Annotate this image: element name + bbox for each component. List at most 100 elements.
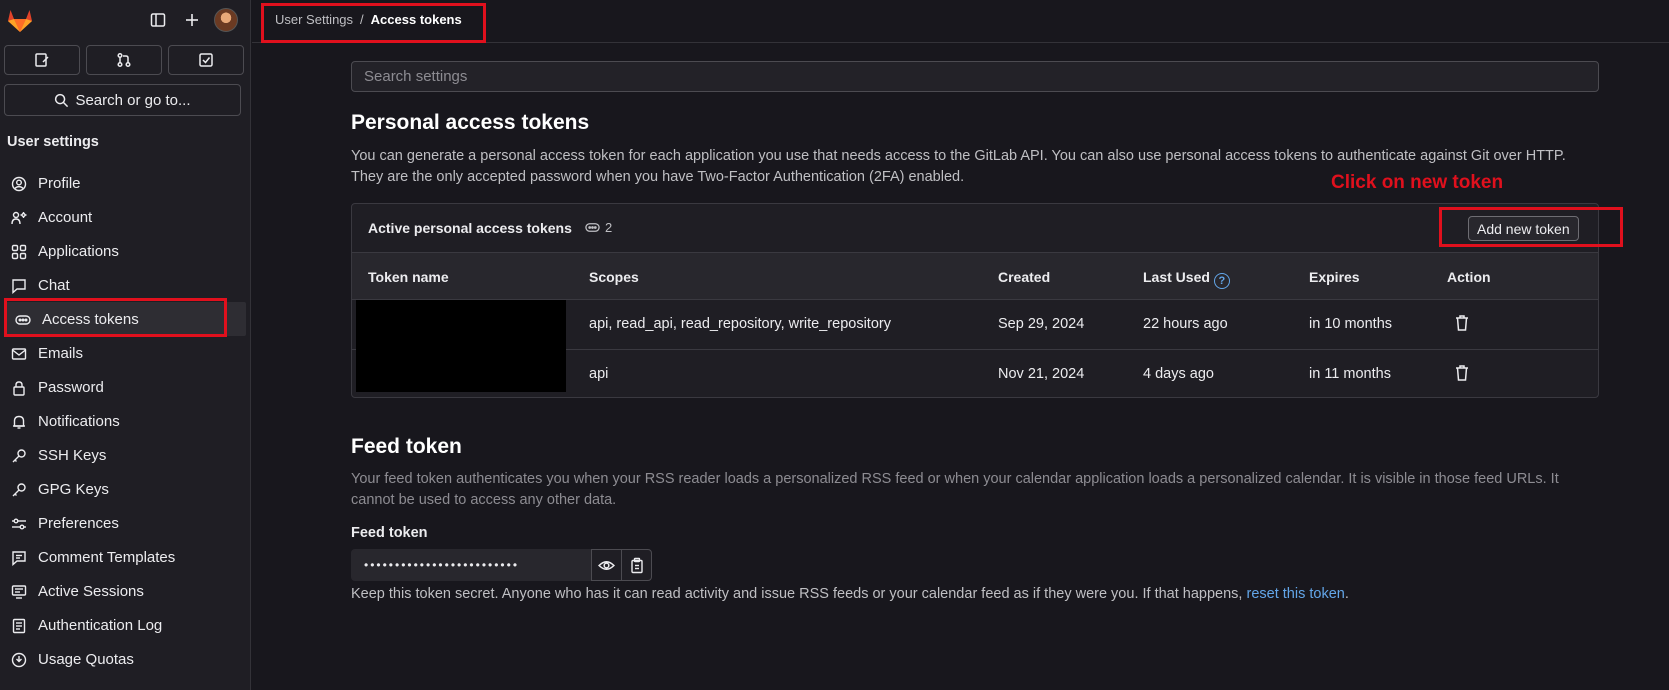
reset-token-link[interactable]: reset this token [1247, 586, 1345, 602]
feed-note-suffix: . [1344, 586, 1349, 602]
applications-icon [10, 243, 27, 260]
merge-requests-button[interactable] [86, 45, 162, 75]
todo-icon [199, 53, 213, 67]
feed-token-title: Feed token [351, 435, 462, 458]
search-or-go-label: Search or go to... [75, 91, 191, 109]
quick-actions [4, 45, 244, 75]
profile-icon [10, 175, 27, 192]
highlight-access-tokens [4, 298, 227, 337]
token-expires: in 10 months [1309, 316, 1393, 332]
bell-icon [10, 413, 27, 430]
sidebar: Search or go to... User settings Profile… [0, 0, 251, 690]
tokens-card-title: Active personal access tokens [368, 220, 572, 236]
sidebar-item-emails[interactable]: Emails [0, 336, 251, 370]
quota-icon [10, 651, 27, 668]
column-expires[interactable]: Expires [1309, 269, 1360, 285]
sidebar-item-ssh-keys[interactable]: SSH Keys [0, 438, 251, 472]
sidebar-item-label: Notifications [38, 412, 120, 430]
search-settings-input[interactable]: Search settings [351, 61, 1599, 92]
sidebar-item-account[interactable]: Account [0, 200, 251, 234]
key-icon [10, 481, 27, 498]
sidebar-item-chat[interactable]: Chat [0, 268, 251, 302]
table-header: Token name Scopes Created Last Used? Exp… [352, 253, 1598, 300]
log-icon [10, 617, 27, 634]
sidebar-item-label: Emails [38, 344, 84, 362]
eye-icon [598, 560, 615, 570]
issues-icon [35, 53, 49, 67]
feed-token-note: Keep this token secret. Anyone who has i… [351, 586, 1349, 602]
clipboard-icon [630, 557, 643, 573]
highlight-breadcrumb [261, 3, 486, 43]
sidebar-item-comment-templates[interactable]: Comment Templates [0, 540, 251, 574]
sidebar-item-gpg-keys[interactable]: GPG Keys [0, 472, 251, 506]
sidebar-item-password[interactable]: Password [0, 370, 251, 404]
search-or-go-button[interactable]: Search or go to... [4, 84, 241, 116]
chat-icon [10, 277, 27, 294]
copy-token-button[interactable] [621, 549, 652, 581]
sidebar-item-label: SSH Keys [38, 446, 107, 464]
redacted-token-names [356, 300, 566, 392]
token-created: Nov 21, 2024 [998, 366, 1085, 382]
issues-button[interactable] [4, 45, 80, 75]
sidebar-item-profile[interactable]: Profile [0, 166, 251, 200]
token-scopes: api, read_api, read_repository, write_re… [589, 316, 891, 332]
sidebar-topbar [0, 0, 251, 40]
token-count: 2 [605, 220, 613, 235]
comment-icon [10, 549, 27, 566]
key-icon [10, 447, 27, 464]
sidebar-item-label: Preferences [38, 514, 119, 532]
sidebar-item-active-sessions[interactable]: Active Sessions [0, 574, 251, 608]
tokens-card: Active personal access tokens 2 Add new … [351, 203, 1599, 398]
column-created[interactable]: Created [998, 269, 1050, 285]
sidebar-item-notifications[interactable]: Notifications [0, 404, 251, 438]
sidebar-item-applications[interactable]: Applications [0, 234, 251, 268]
todo-button[interactable] [168, 45, 244, 75]
sidebar-item-label: Authentication Log [38, 616, 163, 634]
token-last-used: 22 hours ago [1143, 316, 1228, 332]
monitor-icon [10, 583, 27, 600]
trash-icon[interactable] [1454, 364, 1470, 382]
sidebar-item-preferences[interactable]: Preferences [0, 506, 251, 540]
trash-icon[interactable] [1454, 314, 1470, 332]
sidebar-item-label: Account [38, 208, 93, 226]
page-title: Personal access tokens [351, 111, 590, 134]
feed-token-field[interactable]: ••••••••••••••••••••••••• [351, 549, 591, 581]
account-icon [10, 209, 27, 226]
avatar[interactable] [214, 8, 238, 32]
sidebar-toggle-icon[interactable] [147, 9, 169, 31]
token-last-used: 4 days ago [1143, 366, 1214, 382]
sidebar-item-label: Comment Templates [38, 548, 176, 566]
preferences-icon [10, 515, 27, 532]
token-count-badge: 2 [585, 220, 612, 235]
column-token-name[interactable]: Token name [368, 269, 449, 285]
column-last-used[interactable]: Last Used? [1143, 269, 1230, 289]
sidebar-item-label: Usage Quotas [38, 650, 134, 668]
sidebar-item-authentication-log[interactable]: Authentication Log [0, 608, 251, 642]
reveal-token-button[interactable] [591, 549, 622, 581]
feed-token-description: Your feed token authenticates you when y… [351, 471, 1559, 508]
sidebar-nav: Profile Account Applications Chat Access… [0, 166, 251, 676]
help-icon[interactable]: ? [1213, 273, 1230, 289]
lock-icon [10, 379, 27, 396]
sidebar-item-label: Applications [38, 242, 119, 260]
highlight-add-token [1439, 207, 1623, 247]
sidebar-item-label: Active Sessions [38, 582, 144, 600]
feed-note-text: Keep this token secret. Anyone who has i… [351, 586, 1243, 602]
merge-request-icon [117, 52, 131, 68]
plus-icon[interactable] [181, 9, 203, 31]
tokens-card-header: Active personal access tokens 2 Add new … [352, 204, 1598, 253]
annotation-label: Click on new token [1331, 172, 1504, 193]
column-scopes[interactable]: Scopes [589, 269, 639, 285]
sidebar-item-label: Profile [38, 174, 81, 192]
gitlab-logo-icon[interactable] [6, 7, 34, 33]
sidebar-item-label: Chat [38, 276, 70, 294]
search-icon [55, 93, 69, 107]
token-icon [585, 223, 600, 232]
token-created: Sep 29, 2024 [998, 316, 1085, 332]
sidebar-section-title: User settings [7, 134, 99, 150]
sidebar-item-label: Password [38, 378, 104, 396]
sidebar-item-usage-quotas[interactable]: Usage Quotas [0, 642, 251, 676]
column-last-used-label: Last Used [1143, 269, 1210, 285]
token-scopes: api [589, 366, 609, 382]
feed-token-label: Feed token [351, 525, 428, 541]
